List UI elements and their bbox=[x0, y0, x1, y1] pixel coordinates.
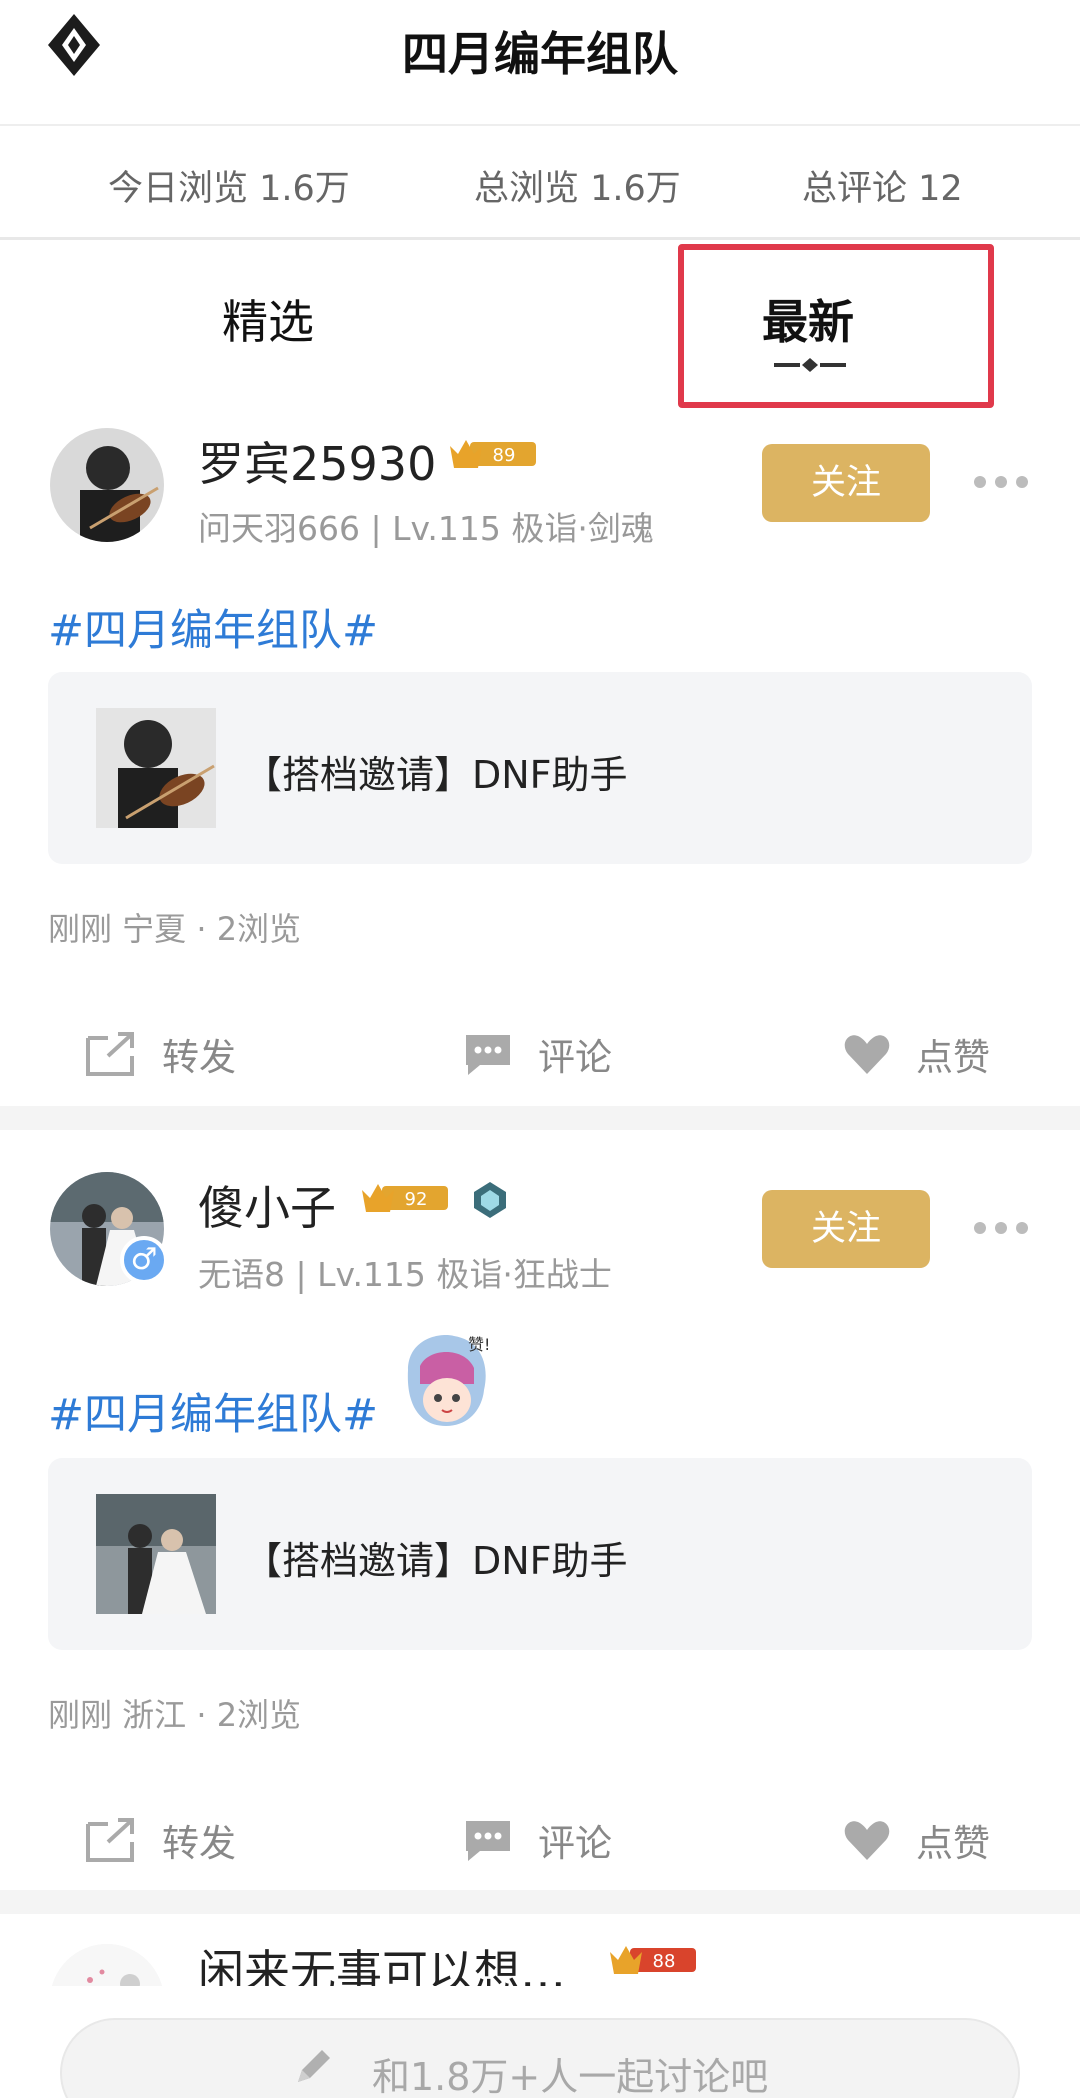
follow-button[interactable]: 关注 bbox=[762, 444, 930, 522]
discussion-input-placeholder: 和1.8万+人一起讨论吧 bbox=[372, 2055, 769, 2098]
share-label: 转发 bbox=[162, 1822, 236, 1865]
card-thumbnail bbox=[96, 708, 216, 828]
anime-sticker-icon: 赞! bbox=[407, 1335, 490, 1426]
comment-label: 评论 bbox=[538, 1822, 612, 1865]
avatar[interactable] bbox=[50, 428, 164, 542]
gender-male-icon: ♂ bbox=[120, 1236, 168, 1284]
like-label: 点赞 bbox=[916, 1036, 990, 1079]
comment-button[interactable]: 评论 bbox=[462, 1022, 612, 1086]
topic-hashtag[interactable]: #四月编年组队# bbox=[48, 1380, 378, 1442]
more-options-icon[interactable] bbox=[974, 1222, 1028, 1236]
heart-icon bbox=[844, 1035, 890, 1074]
comment-icon bbox=[466, 1035, 510, 1075]
share-icon bbox=[86, 1032, 134, 1076]
share-button[interactable]: 转发 bbox=[84, 1022, 236, 1086]
username[interactable]: 罗宾25930 bbox=[198, 428, 436, 494]
user-subinfo: 无语8 | Lv.115 极诣·狂战士 bbox=[198, 1255, 612, 1294]
level-badge-text: 89 bbox=[493, 445, 516, 466]
invite-card[interactable]: 【搭档邀请】DNF助手 bbox=[48, 672, 1032, 864]
follow-button[interactable]: 关注 bbox=[762, 1190, 930, 1268]
post-meta: 刚刚 浙江 · 2浏览 bbox=[48, 1696, 302, 1734]
more-options-icon[interactable] bbox=[974, 476, 1028, 490]
heart-icon bbox=[844, 1821, 890, 1860]
stat-total-views: 总浏览 1.6万 bbox=[474, 169, 681, 209]
level-badge-icon: 89 bbox=[450, 440, 536, 468]
like-label: 点赞 bbox=[916, 1822, 990, 1865]
post-separator bbox=[0, 1106, 1080, 1130]
stat-total-comments: 总评论 12 bbox=[802, 169, 963, 209]
topic-hashtag[interactable]: #四月编年组队# bbox=[48, 596, 378, 658]
page: 四月编年组队 今日浏览 1.6万 总浏览 1.6万 总评论 12 精选 最新 罗… bbox=[0, 0, 1080, 2098]
comment-icon bbox=[466, 1821, 510, 1861]
card-title: 【搭档邀请】DNF助手 bbox=[244, 1539, 628, 1583]
username[interactable]: 傻小子 bbox=[198, 1172, 336, 1238]
pencil-icon bbox=[298, 2050, 330, 2082]
like-button[interactable]: 点赞 bbox=[842, 1022, 990, 1086]
tab-featured[interactable]: 精选 bbox=[222, 286, 314, 352]
level-badge-text: 92 bbox=[405, 1189, 428, 1210]
level-badge-icon: 88 bbox=[610, 1946, 696, 1974]
share-icon bbox=[86, 1818, 134, 1862]
sticker-text: 赞! bbox=[468, 1335, 490, 1354]
share-button[interactable]: 转发 bbox=[84, 1808, 236, 1872]
comment-button[interactable]: 评论 bbox=[462, 1808, 612, 1872]
stats-bar: 今日浏览 1.6万 总浏览 1.6万 总评论 12 bbox=[0, 126, 1080, 240]
share-label: 转发 bbox=[162, 1036, 236, 1079]
post-actions: 转发 评论 点赞 bbox=[0, 1808, 1080, 1872]
post-separator bbox=[0, 1890, 1080, 1914]
user-subinfo: 问天羽666 | Lv.115 极诣·剑魂 bbox=[198, 509, 654, 548]
card-thumbnail bbox=[96, 1494, 216, 1614]
invite-card[interactable]: 【搭档邀请】DNF助手 bbox=[48, 1458, 1032, 1650]
post-meta: 刚刚 宁夏 · 2浏览 bbox=[48, 910, 302, 948]
bottom-bar: 和1.8万+人一起讨论吧 bbox=[0, 1986, 1080, 2098]
discussion-input[interactable]: 和1.8万+人一起讨论吧 bbox=[60, 2018, 1020, 2098]
card-title: 【搭档邀请】DNF助手 bbox=[244, 753, 628, 797]
stat-today-views: 今日浏览 1.6万 bbox=[108, 169, 350, 209]
like-button[interactable]: 点赞 bbox=[842, 1808, 990, 1872]
level-badge-text: 88 bbox=[653, 1951, 676, 1972]
rank-emblem-icon bbox=[474, 1182, 506, 1218]
header: 四月编年组队 bbox=[0, 0, 1080, 126]
tab-highlight-box bbox=[678, 244, 994, 408]
post-actions: 转发 评论 点赞 bbox=[0, 1022, 1080, 1086]
comment-label: 评论 bbox=[538, 1036, 612, 1079]
page-title: 四月编年组队 bbox=[402, 27, 678, 81]
level-badge-icon: 92 bbox=[362, 1184, 448, 1212]
